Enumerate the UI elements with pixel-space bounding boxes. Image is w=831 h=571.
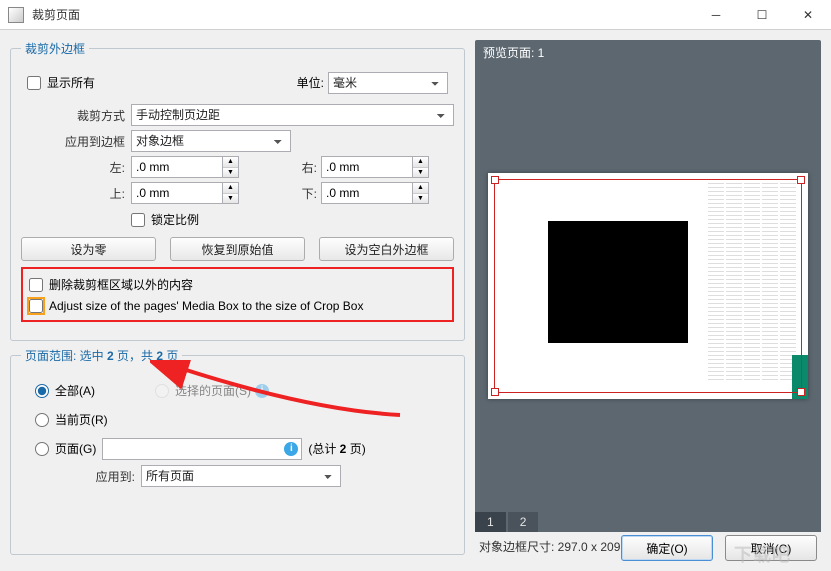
maximize-button[interactable]: ☐ — [739, 0, 785, 30]
page-preview[interactable] — [488, 173, 808, 399]
show-all-checkbox[interactable]: 显示所有 — [27, 71, 95, 94]
minimize-button[interactable]: ─ — [693, 0, 739, 30]
title-bar: 裁剪页面 ─ ☐ ✕ — [0, 0, 831, 30]
apply-to-label: 应用到: — [21, 468, 141, 485]
crop-method-label: 裁剪方式 — [21, 107, 131, 124]
radio-current[interactable]: 当前页(R) — [35, 407, 108, 432]
lock-ratio-checkbox[interactable]: 锁定比例 — [131, 208, 199, 231]
top-spin[interactable]: ▲▼ — [131, 182, 239, 204]
crop-handle-tr[interactable] — [797, 176, 805, 184]
page-range-legend: 页面范围: 选中 2 页，共 2 页 — [21, 347, 182, 364]
highlighted-options: 删除裁剪框区域以外的内容 Adjust size of the pages' M… — [21, 267, 454, 322]
apply-to-select[interactable]: 所有页面 — [141, 465, 341, 487]
ok-button[interactable]: 确定(O) — [621, 535, 713, 561]
top-label: 上: — [21, 185, 131, 202]
radio-selected[interactable]: 选择的页面(S)i — [155, 378, 269, 403]
unit-select[interactable]: 毫米 — [328, 72, 448, 94]
adjust-mediabox-checkbox[interactable]: Adjust size of the pages' Media Box to t… — [29, 296, 446, 316]
delete-outside-checkbox[interactable]: 删除裁剪框区域以外的内容 — [29, 273, 446, 296]
app-icon — [8, 7, 24, 23]
crop-handle-br[interactable] — [797, 388, 805, 396]
apply-to-border-select[interactable]: 对象边框 — [131, 130, 291, 152]
left-spin[interactable]: ▲▼ — [131, 156, 239, 178]
bottom-label: 下: — [239, 185, 321, 202]
bottom-spin[interactable]: ▲▼ — [321, 182, 429, 204]
info-icon[interactable]: i — [255, 384, 269, 398]
crop-handle-bl[interactable] — [491, 388, 499, 396]
preview-header: 预览页面: 1 — [475, 40, 821, 65]
right-spin[interactable]: ▲▼ — [321, 156, 429, 178]
crop-outer-border-group: 裁剪外边框 显示所有 单位: 毫米 裁剪方式 手动控制页边距 — [10, 40, 465, 341]
set-blank-border-button[interactable]: 设为空白外边框 — [319, 237, 454, 261]
radio-all[interactable]: 全部(A) — [35, 378, 95, 403]
left-label: 左: — [21, 159, 131, 176]
group-legend: 裁剪外边框 — [21, 40, 89, 57]
page-range-group: 页面范围: 选中 2 页，共 2 页 全部(A) 选择的页面(S)i 当前页(R… — [10, 347, 465, 555]
restore-original-button[interactable]: 恢复到原始值 — [170, 237, 305, 261]
unit-label: 单位: — [297, 74, 324, 91]
pages-input[interactable] — [102, 438, 302, 460]
preview-tab-1[interactable]: 1 — [475, 512, 506, 532]
right-label: 右: — [239, 159, 321, 176]
preview-page-tabs: 1 2 — [475, 512, 821, 532]
preview-tab-2[interactable]: 2 — [508, 512, 539, 532]
apply-to-border-label: 应用到边框 — [21, 133, 131, 150]
crop-frame[interactable] — [494, 179, 802, 393]
crop-method-select[interactable]: 手动控制页边距 — [131, 104, 454, 126]
window-title: 裁剪页面 — [32, 6, 693, 23]
total-pages-label: (总计 2 页) — [308, 440, 365, 457]
preview-area — [475, 65, 821, 512]
close-button[interactable]: ✕ — [785, 0, 831, 30]
crop-handle-tl[interactable] — [491, 176, 499, 184]
radio-pages[interactable]: 页面(G) — [35, 436, 96, 461]
cancel-button[interactable]: 取消(C) — [725, 535, 817, 561]
set-zero-button[interactable]: 设为零 — [21, 237, 156, 261]
info-icon[interactable]: i — [284, 442, 298, 456]
